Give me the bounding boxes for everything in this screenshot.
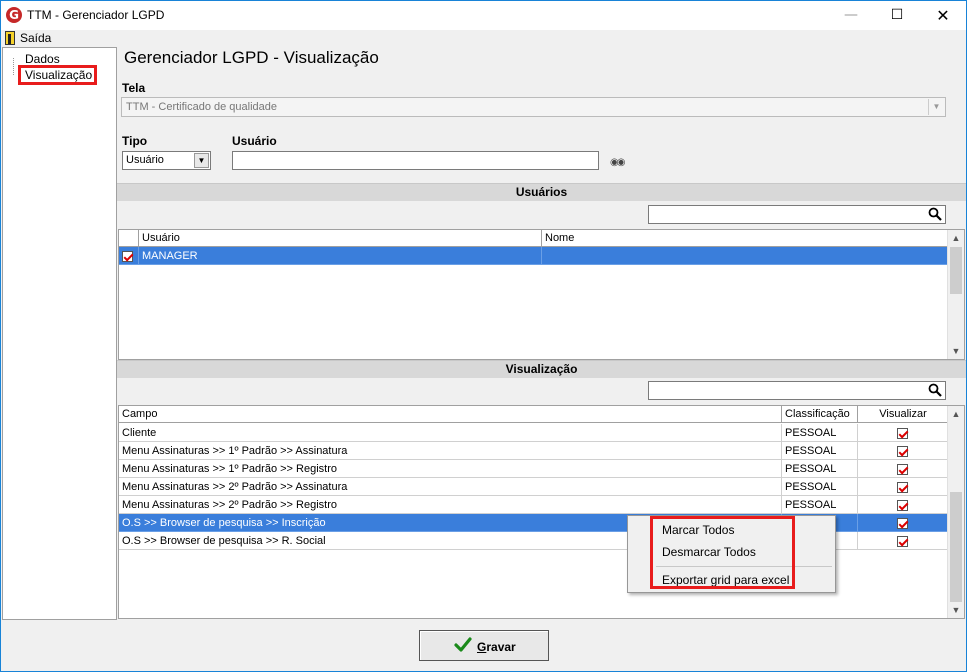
column-nome[interactable]: Nome [542, 230, 948, 247]
scrollbar-thumb[interactable] [950, 247, 962, 294]
exit-door-icon[interactable] [5, 31, 15, 45]
menu-bar: Saída [1, 30, 966, 47]
cell-classificacao: PESSOAL [782, 424, 858, 442]
table-row[interactable]: Menu Assinaturas >> 2º Padrão >> Registr… [119, 496, 948, 514]
scroll-down-icon[interactable]: ▼ [948, 343, 964, 359]
tela-label: Tela [122, 81, 146, 95]
usuario-label: Usuário [232, 134, 277, 148]
checkbox-checked-icon[interactable] [897, 517, 908, 529]
cell-visualizar[interactable] [858, 424, 948, 442]
table-row[interactable]: MANAGER [119, 247, 948, 265]
usuario-input[interactable] [232, 151, 599, 170]
usuarios-search-input[interactable] [648, 205, 946, 224]
checkbox-checked-icon[interactable] [897, 427, 908, 439]
tela-value: TTM - Certificado de qualidade [126, 101, 278, 113]
gravar-label: Gravar [477, 640, 516, 654]
grid-header: Campo Classificação Visualizar [119, 406, 948, 423]
search-icon[interactable] [928, 383, 942, 397]
maximize-button[interactable]: ☐ [874, 1, 920, 30]
cell-visualizar[interactable] [858, 496, 948, 514]
grid-header: Usuário Nome [119, 230, 948, 247]
cell-campo: Menu Assinaturas >> 1º Padrão >> Assinat… [119, 442, 782, 460]
checkbox-checked-icon[interactable] [897, 463, 908, 475]
vertical-scrollbar[interactable]: ▲ ▼ [947, 230, 964, 359]
vertical-scrollbar[interactable]: ▲ ▼ [947, 406, 964, 618]
table-row[interactable]: Menu Assinaturas >> 1º Padrão >> Assinat… [119, 442, 948, 460]
chevron-down-icon[interactable]: ▼ [194, 153, 209, 168]
highlight-annotation [18, 65, 97, 85]
title-bar[interactable]: G TTM - Gerenciador LGPD — ☐ ✕ [1, 1, 966, 30]
tree-item-dados[interactable]: Dados [25, 52, 60, 66]
scrollbar-thumb[interactable] [950, 492, 962, 602]
column-visualizar[interactable]: Visualizar [858, 406, 948, 423]
menu-saida[interactable]: Saída [20, 31, 51, 45]
column-campo[interactable]: Campo [119, 406, 782, 423]
cell-classificacao: PESSOAL [782, 478, 858, 496]
highlight-annotation [650, 516, 795, 589]
scroll-up-icon[interactable]: ▲ [948, 230, 964, 246]
app-logo-icon: G [6, 7, 22, 23]
usuarios-grid: Usuário Nome MANAGER ▲ ▼ [118, 229, 965, 360]
checkbox-checked-icon[interactable] [897, 445, 908, 457]
cell-nome [542, 247, 948, 265]
cell-usuario: MANAGER [139, 247, 542, 265]
table-row[interactable]: Menu Assinaturas >> 2º Padrão >> Assinat… [119, 478, 948, 496]
checkbox-checked-icon[interactable] [897, 535, 908, 547]
search-icon[interactable] [928, 207, 942, 221]
visualizacao-section-header: Visualização [117, 360, 966, 378]
column-usuario[interactable]: Usuário [139, 230, 542, 247]
cell-campo: Cliente [119, 424, 782, 442]
gravar-label-rest: ravar [486, 640, 516, 654]
cell-classificacao: PESSOAL [782, 460, 858, 478]
checkbox-checked-icon[interactable] [897, 481, 908, 493]
cell-classificacao: PESSOAL [782, 496, 858, 514]
gravar-accel-key: G [477, 640, 487, 654]
cell-campo: Menu Assinaturas >> 1º Padrão >> Registr… [119, 460, 782, 478]
window-title: TTM - Gerenciador LGPD [27, 8, 165, 22]
navigation-tree: Dados Visualização [2, 47, 117, 620]
binoculars-icon[interactable]: ◉◉ [610, 157, 626, 168]
cell-visualizar[interactable] [858, 514, 948, 532]
scroll-down-icon[interactable]: ▼ [948, 602, 964, 618]
app-window: G TTM - Gerenciador LGPD — ☐ ✕ Saída Dad… [0, 0, 967, 672]
tipo-value: Usuário [126, 154, 164, 166]
checkbox-checked-icon[interactable] [897, 499, 908, 511]
cell-visualizar[interactable] [858, 532, 948, 550]
tela-select[interactable]: TTM - Certificado de qualidade ▼ [121, 97, 946, 117]
close-button[interactable]: ✕ [920, 1, 966, 30]
grid-header-check [119, 230, 139, 247]
cell-visualizar[interactable] [858, 442, 948, 460]
table-row[interactable]: Menu Assinaturas >> 1º Padrão >> Registr… [119, 460, 948, 478]
gravar-button[interactable]: Gravar [419, 630, 549, 661]
cell-campo: Menu Assinaturas >> 2º Padrão >> Assinat… [119, 478, 782, 496]
visualizacao-search-input[interactable] [648, 381, 946, 400]
tipo-label: Tipo [122, 134, 148, 148]
table-row[interactable]: Cliente PESSOAL [119, 424, 948, 442]
cell-campo: Menu Assinaturas >> 2º Padrão >> Registr… [119, 496, 782, 514]
page-title: Gerenciador LGPD - Visualização [124, 48, 379, 67]
row-checkbox[interactable] [119, 247, 139, 265]
tree-connector [13, 58, 14, 75]
checkmark-icon [454, 637, 472, 652]
visualizacao-grid: Campo Classificação Visualizar Cliente P… [118, 405, 965, 619]
tipo-select[interactable]: Usuário ▼ [122, 151, 211, 170]
cell-visualizar[interactable] [858, 478, 948, 496]
column-classificacao[interactable]: Classificação [782, 406, 858, 423]
minimize-button[interactable]: — [828, 1, 874, 30]
scroll-up-icon[interactable]: ▲ [948, 406, 964, 422]
usuarios-section-header: Usuários [117, 183, 966, 201]
checkbox-checked-icon[interactable] [122, 250, 133, 262]
chevron-down-icon[interactable]: ▼ [928, 99, 944, 115]
cell-classificacao: PESSOAL [782, 442, 858, 460]
cell-visualizar[interactable] [858, 460, 948, 478]
